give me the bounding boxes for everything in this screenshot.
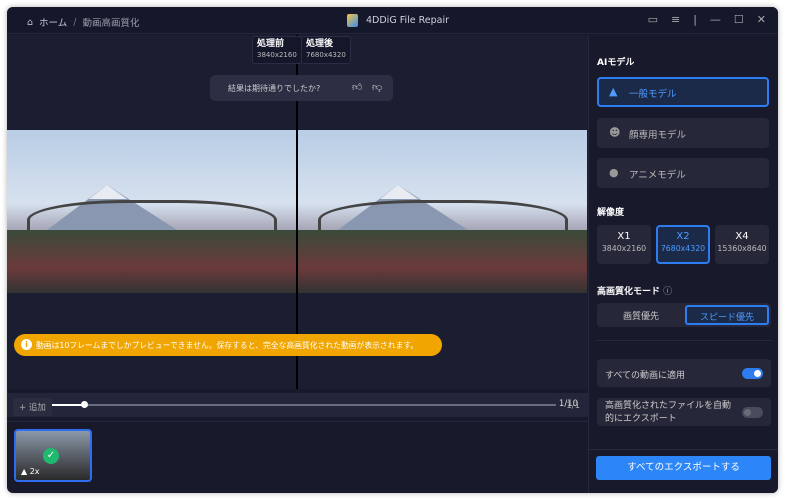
landscape-icon: ▲ xyxy=(609,85,618,98)
feedback-text: 結果は期待通りでしたか? xyxy=(228,84,321,93)
model-general[interactable]: ▲ 一般モデル xyxy=(597,77,769,107)
auto-export-row: 高画質化されたファイルを自動的にエクスポート xyxy=(597,398,771,426)
breadcrumb-separator: / xyxy=(73,16,77,28)
preview-area: 処理前 3840x2160 処理後 7680x4320 結果は期待通りでしたか? 👍… xyxy=(7,35,588,417)
feedback-prompt: 結果は期待通りでしたか? 👍︎ 👎︎ xyxy=(210,75,393,101)
resolution-x4[interactable]: X4 15360x8640 xyxy=(715,225,769,264)
bear-icon: ● xyxy=(609,166,619,179)
before-image xyxy=(7,130,296,293)
preview-notice: i 動画は10フレームまでしかプレビューできません。保存すると、完全な高画質化され… xyxy=(14,334,442,356)
file-count: 1/1 xyxy=(566,401,580,411)
close-icon[interactable]: ✕ xyxy=(757,13,766,26)
before-resolution: 3840x2160 xyxy=(257,51,297,59)
title-bar: ⌂ ホーム / 動画高画質化 4DDiG File Repair ▭ ≡ | —… xyxy=(7,7,778,34)
separator: | xyxy=(693,13,697,26)
apply-all-row: すべての動画に適用 xyxy=(597,359,771,387)
app-title: 4DDiG File Repair xyxy=(347,14,449,27)
model-anime[interactable]: ● アニメモデル xyxy=(597,158,769,188)
add-label: 追加 xyxy=(28,403,46,413)
resolution-x1[interactable]: X1 3840x2160 xyxy=(597,225,651,264)
mode-quality[interactable]: 画質優先 xyxy=(599,305,683,325)
info-icon: i xyxy=(21,339,32,350)
resolution-heading: 解像度 xyxy=(597,208,625,218)
divider xyxy=(597,340,771,341)
thumbs-down-icon[interactable]: 👎︎ xyxy=(372,81,382,93)
home-icon[interactable]: ⌂ xyxy=(27,17,33,28)
ai-model-heading: AIモデル xyxy=(597,58,635,68)
thumbs-up-icon[interactable]: 👍︎ xyxy=(352,81,362,93)
auto-export-label: 高画質化されたファイルを自動的にエクスポート xyxy=(605,401,732,424)
app-title-text: 4DDiG File Repair xyxy=(366,15,450,26)
feedback-icon[interactable]: ▭ xyxy=(648,13,658,26)
check-icon: ✓ xyxy=(43,448,59,464)
face-icon: ☻ xyxy=(609,126,621,139)
apply-all-toggle[interactable] xyxy=(742,368,763,379)
mode-selector: 画質優先 スピード優先 xyxy=(597,303,771,327)
add-button[interactable]: + 追加 xyxy=(13,398,52,416)
breadcrumb-home[interactable]: ホーム xyxy=(39,15,67,29)
mode-speed[interactable]: スピード優先 xyxy=(685,305,769,325)
auto-export-toggle[interactable] xyxy=(742,407,763,418)
after-label: 処理後 7680x4320 xyxy=(301,36,351,64)
info-icon[interactable]: ⓘ xyxy=(663,287,672,297)
before-label: 処理前 3840x2160 xyxy=(252,36,302,64)
mode-heading: 高画質化モード ⓘ xyxy=(597,287,673,297)
notice-text: 動画は10フレームまでしかプレビューできません。保存すると、完全な高画質化された… xyxy=(36,341,419,350)
menu-icon[interactable]: ≡ xyxy=(671,13,680,26)
divider xyxy=(589,449,778,450)
thumb-tag: ▲ 2x xyxy=(21,467,40,476)
resolution-x2[interactable]: X2 7680x4320 xyxy=(656,225,710,264)
minimize-icon[interactable]: — xyxy=(710,13,721,26)
app-logo-icon xyxy=(347,14,358,27)
file-toolbar: + 追加 1/1 xyxy=(7,390,588,422)
video-thumbnail[interactable]: ✓ ▲ 2x xyxy=(14,429,92,482)
apply-all-label: すべての動画に適用 xyxy=(605,371,686,381)
model-face[interactable]: ☻ 顔専用モデル xyxy=(597,118,769,148)
after-resolution: 7680x4320 xyxy=(306,51,346,59)
maximize-icon[interactable]: ☐ xyxy=(734,13,744,26)
app-window: ⌂ ホーム / 動画高画質化 4DDiG File Repair ▭ ≡ | —… xyxy=(7,7,778,493)
export-all-button[interactable]: すべてのエクスポートする xyxy=(596,456,771,480)
after-image xyxy=(298,130,587,293)
breadcrumb-current: 動画高画質化 xyxy=(82,18,140,29)
breadcrumb: ⌂ ホーム / 動画高画質化 xyxy=(27,15,140,30)
settings-panel: AIモデル ▲ 一般モデル ☻ 顔専用モデル ● アニメモデル 解像度 X1 3840x… xyxy=(588,35,778,493)
